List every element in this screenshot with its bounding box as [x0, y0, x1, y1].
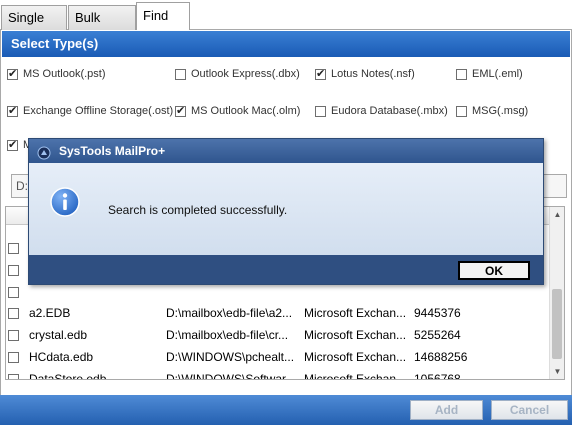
- bottom-action-bar: Add Cancel: [0, 395, 572, 425]
- scroll-up-icon[interactable]: ▲: [550, 207, 564, 222]
- table-row[interactable]: DataStore.edb D:\WINDOWS\Softwar... Micr…: [6, 368, 551, 380]
- file-name-cell: crystal.edb: [29, 328, 88, 342]
- type-option-label: MS Outlook(.pst): [23, 68, 106, 80]
- file-type-cell: Microsoft Exchan...: [304, 328, 407, 342]
- dialog-title: SysTools MailPro+: [59, 144, 166, 158]
- file-name-cell: a2.EDB: [29, 306, 71, 320]
- dialog-message: Search is completed successfully.: [108, 203, 288, 217]
- file-size-cell: 14688256: [414, 350, 468, 364]
- row-checkbox[interactable]: [8, 329, 19, 341]
- ok-button[interactable]: OK: [458, 261, 530, 280]
- type-option-msg[interactable]: MSG(.msg): [456, 105, 528, 117]
- row-checkbox[interactable]: [8, 242, 19, 254]
- info-icon: [49, 186, 81, 221]
- type-option-label: Exchange Offline Storage(.ost): [23, 105, 174, 117]
- row-checkbox[interactable]: [8, 286, 19, 298]
- checkbox[interactable]: [456, 68, 467, 80]
- type-option-nsf[interactable]: Lotus Notes(.nsf): [315, 67, 415, 80]
- file-type-cell: Microsoft Exchan...: [304, 372, 407, 380]
- tab-single-file[interactable]: Single File: [1, 5, 67, 48]
- row-checkbox[interactable]: [8, 351, 19, 363]
- file-type-cell: Microsoft Exchan...: [304, 350, 407, 364]
- type-option-label: MSG(.msg): [472, 105, 529, 117]
- row-checkbox[interactable]: [8, 264, 19, 276]
- message-dialog: SysTools MailPro+ Search is completed su…: [28, 138, 544, 285]
- dialog-footer: OK: [29, 255, 543, 284]
- checkbox[interactable]: [175, 68, 186, 80]
- checkbox[interactable]: [315, 67, 326, 80]
- select-types-header: Select Type(s): [2, 31, 570, 57]
- checkbox[interactable]: [315, 105, 326, 117]
- table-row[interactable]: HCdata.edb D:\WINDOWS\pchealt... Microso…: [6, 346, 551, 368]
- type-option-olm[interactable]: MS Outlook Mac(.olm): [175, 104, 301, 117]
- type-option-mbx[interactable]: Eudora Database(.mbx): [315, 105, 448, 117]
- file-size-cell: 1056768: [414, 372, 461, 380]
- type-option-ost[interactable]: Exchange Offline Storage(.ost): [7, 104, 174, 117]
- tab-find[interactable]: Find: [136, 2, 190, 31]
- file-path-cell: D:\mailbox\edb-file\a2...: [166, 306, 293, 320]
- type-option-eml[interactable]: EML(.eml): [456, 68, 523, 80]
- file-name-cell: DataStore.edb: [29, 372, 107, 380]
- row-checkbox[interactable]: [8, 307, 19, 319]
- scrollbar-thumb[interactable]: [552, 289, 562, 359]
- add-button[interactable]: Add: [410, 400, 483, 420]
- checkbox[interactable]: [7, 104, 18, 117]
- file-type-cell: Microsoft Exchan...: [304, 306, 407, 320]
- file-path-cell: D:\WINDOWS\Softwar...: [166, 372, 296, 380]
- table-row[interactable]: crystal.edb D:\mailbox\edb-file\cr... Mi…: [6, 324, 551, 346]
- checkbox[interactable]: [7, 67, 18, 80]
- type-option-label: Lotus Notes(.nsf): [331, 68, 415, 80]
- row-checkbox[interactable]: [8, 373, 19, 379]
- tab-strip: Single File Bulk Mode Find: [0, 0, 572, 48]
- file-name-cell: HCdata.edb: [29, 350, 94, 364]
- type-option-label: Outlook Express(.dbx): [191, 68, 300, 80]
- tab-bulk-mode[interactable]: Bulk Mode: [68, 5, 136, 48]
- file-path-cell: D:\mailbox\edb-file\cr...: [166, 328, 289, 342]
- dialog-title-bar: SysTools MailPro+: [29, 139, 543, 163]
- type-option-dbx[interactable]: Outlook Express(.dbx): [175, 68, 300, 80]
- cancel-button[interactable]: Cancel: [491, 400, 568, 420]
- dialog-body: Search is completed successfully.: [29, 163, 543, 255]
- table-row[interactable]: a2.EDB D:\mailbox\edb-file\a2... Microso…: [6, 302, 551, 324]
- scroll-down-icon[interactable]: ▼: [550, 364, 564, 379]
- file-path-cell: D:\WINDOWS\pchealt...: [166, 350, 295, 364]
- checkbox[interactable]: [7, 138, 18, 151]
- type-option-label: Eudora Database(.mbx): [331, 105, 448, 117]
- checkbox[interactable]: [175, 104, 186, 117]
- file-size-cell: 5255264: [414, 328, 461, 342]
- file-size-cell: 9445376: [414, 306, 461, 320]
- vertical-scrollbar[interactable]: ▲ ▼: [549, 207, 564, 379]
- type-option-label: MS Outlook Mac(.olm): [191, 105, 301, 117]
- checkbox[interactable]: [456, 105, 467, 117]
- type-option-pst[interactable]: MS Outlook(.pst): [7, 67, 106, 80]
- type-option-label: EML(.eml): [472, 68, 523, 80]
